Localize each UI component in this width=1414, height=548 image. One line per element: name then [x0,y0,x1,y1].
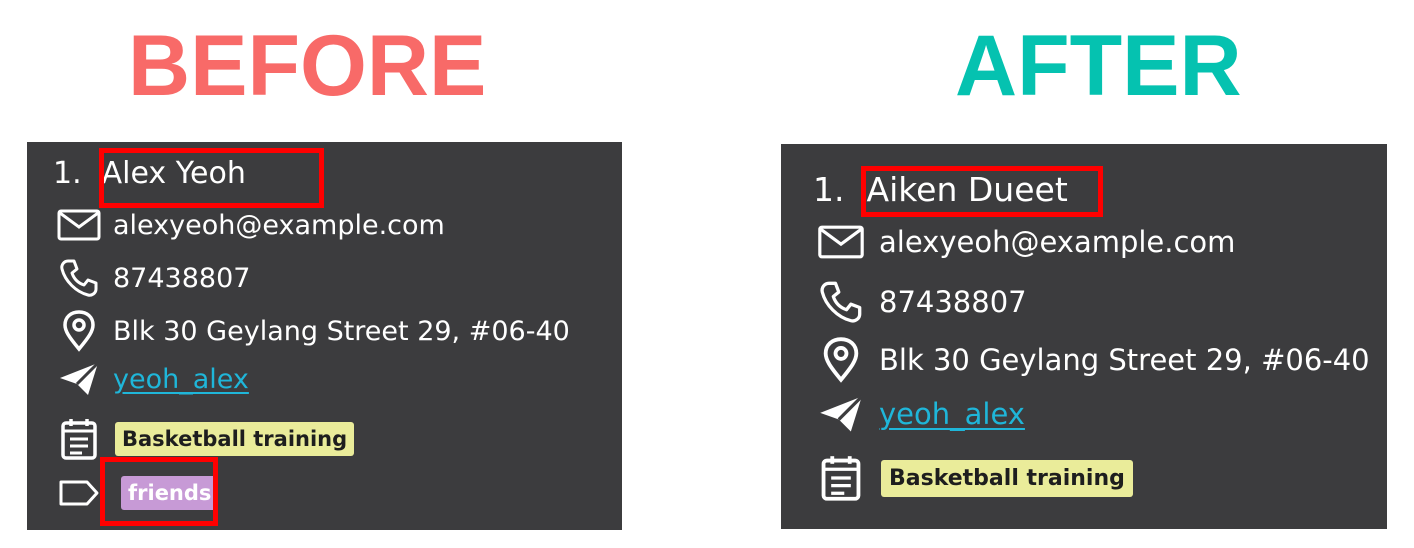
mail-icon [57,208,101,242]
before-person-card[interactable]: 1. Alex Yeoh alexyeoh@example.com 874388… [27,142,622,530]
tag-icon [57,478,101,508]
address-row: Blk 30 Geylang Street 29, #06-40 [57,310,570,352]
email-text: alexyeoh@example.com [113,209,445,241]
phone-icon [817,280,865,324]
schedule-tag: Basketball training [115,422,355,456]
mail-icon [817,224,865,260]
email-text: alexyeoh@example.com [879,225,1236,259]
telegram-icon [57,361,101,397]
before-heading: BEFORE [128,18,487,114]
telegram-link[interactable]: yeoh_alex [879,397,1025,431]
after-person-card[interactable]: 1. Aiken Dueet alexyeoh@example.com 8743… [781,144,1387,529]
phone-text: 87438807 [113,262,251,294]
schedule-tag: Basketball training [881,459,1133,497]
phone-icon [57,258,101,298]
telegram-row: yeoh_alex [817,394,1025,434]
phone-text: 87438807 [879,285,1027,319]
after-heading: AFTER [955,18,1242,114]
calendar-icon [817,454,865,502]
location-icon [817,337,865,383]
name-highlight-box [99,148,324,208]
address-text: Blk 30 Geylang Street 29, #06-40 [113,315,570,347]
phone-row: 87438807 [817,280,1027,324]
calendar-icon [57,417,101,461]
schedule-row: Basketball training [57,417,355,461]
address-text: Blk 30 Geylang Street 29, #06-40 [879,343,1370,377]
telegram-link[interactable]: yeoh_alex [113,364,249,395]
telegram-row: yeoh_alex [57,361,249,397]
email-row: alexyeoh@example.com [817,224,1235,260]
person-index: 1. [813,170,845,209]
location-icon [57,310,101,352]
schedule-row: Basketball training [817,454,1133,502]
tag-highlight-box [100,457,218,526]
name-highlight-box [861,166,1103,217]
telegram-icon [817,394,865,434]
phone-row: 87438807 [57,258,250,298]
address-row: Blk 30 Geylang Street 29, #06-40 [817,337,1370,383]
person-index: 1. [53,156,82,191]
email-row: alexyeoh@example.com [57,208,445,242]
